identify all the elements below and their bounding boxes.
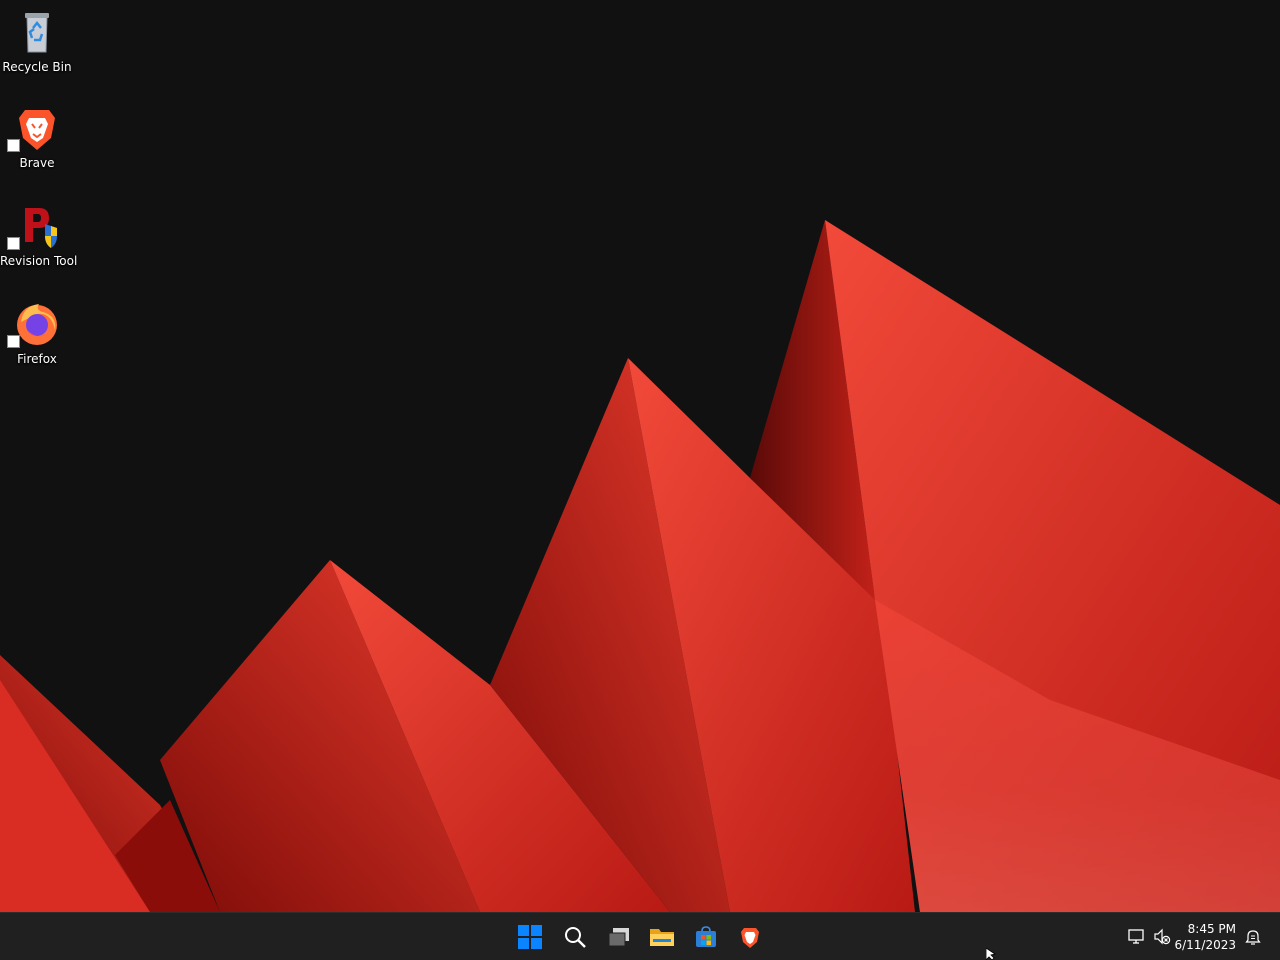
- desktop-icon-label: Recycle Bin: [2, 60, 72, 74]
- notification-center-button[interactable]: [1243, 927, 1263, 947]
- search-button[interactable]: [557, 919, 593, 955]
- system-clock[interactable]: 8:45 PM 6/11/2023: [1174, 921, 1236, 953]
- volume-muted-icon: [1154, 928, 1171, 945]
- shortcut-arrow-icon: [7, 335, 20, 348]
- brave-icon: [741, 928, 759, 948]
- clock-time: 8:45 PM: [1187, 922, 1236, 936]
- start-button[interactable]: [512, 919, 548, 955]
- desktop-icon-label: Firefox: [17, 352, 57, 366]
- desktop-icon-brave[interactable]: Brave: [0, 104, 74, 170]
- firefox-icon: [7, 300, 61, 348]
- desktop-icon-firefox[interactable]: Firefox: [0, 300, 74, 366]
- file-explorer-button[interactable]: [644, 919, 680, 955]
- shortcut-arrow-icon: [7, 139, 20, 152]
- file-explorer-icon: [650, 929, 674, 946]
- network-button[interactable]: [1127, 927, 1147, 947]
- microsoft-store-icon: [696, 926, 716, 947]
- clock-date: 6/11/2023: [1174, 938, 1236, 952]
- network-icon: [1128, 929, 1144, 944]
- notification-icon: [1245, 930, 1261, 945]
- brave-taskbar-button[interactable]: [732, 919, 768, 955]
- task-view-button[interactable]: [601, 919, 637, 955]
- volume-button[interactable]: [1152, 927, 1172, 947]
- desktop-icon-label: Revision Tool: [0, 254, 78, 268]
- recycle-bin-icon: [13, 8, 61, 56]
- desktop-icon-label: Brave: [19, 156, 55, 170]
- desktop-icon-revision-tool[interactable]: Revision Tool: [0, 202, 78, 268]
- taskbar: 8:45 PM 6/11/2023: [0, 912, 1280, 960]
- desktop-icon-recycle-bin[interactable]: Recycle Bin: [0, 8, 74, 74]
- wallpaper: [0, 220, 1280, 912]
- microsoft-store-button[interactable]: [688, 919, 724, 955]
- revision-tool-icon: [7, 202, 61, 250]
- search-icon: [565, 927, 586, 948]
- task-view-icon: [608, 928, 629, 947]
- start-icon: [518, 925, 542, 949]
- shortcut-arrow-icon: [7, 237, 20, 250]
- brave-icon: [7, 104, 61, 152]
- mouse-cursor-icon: [986, 948, 996, 960]
